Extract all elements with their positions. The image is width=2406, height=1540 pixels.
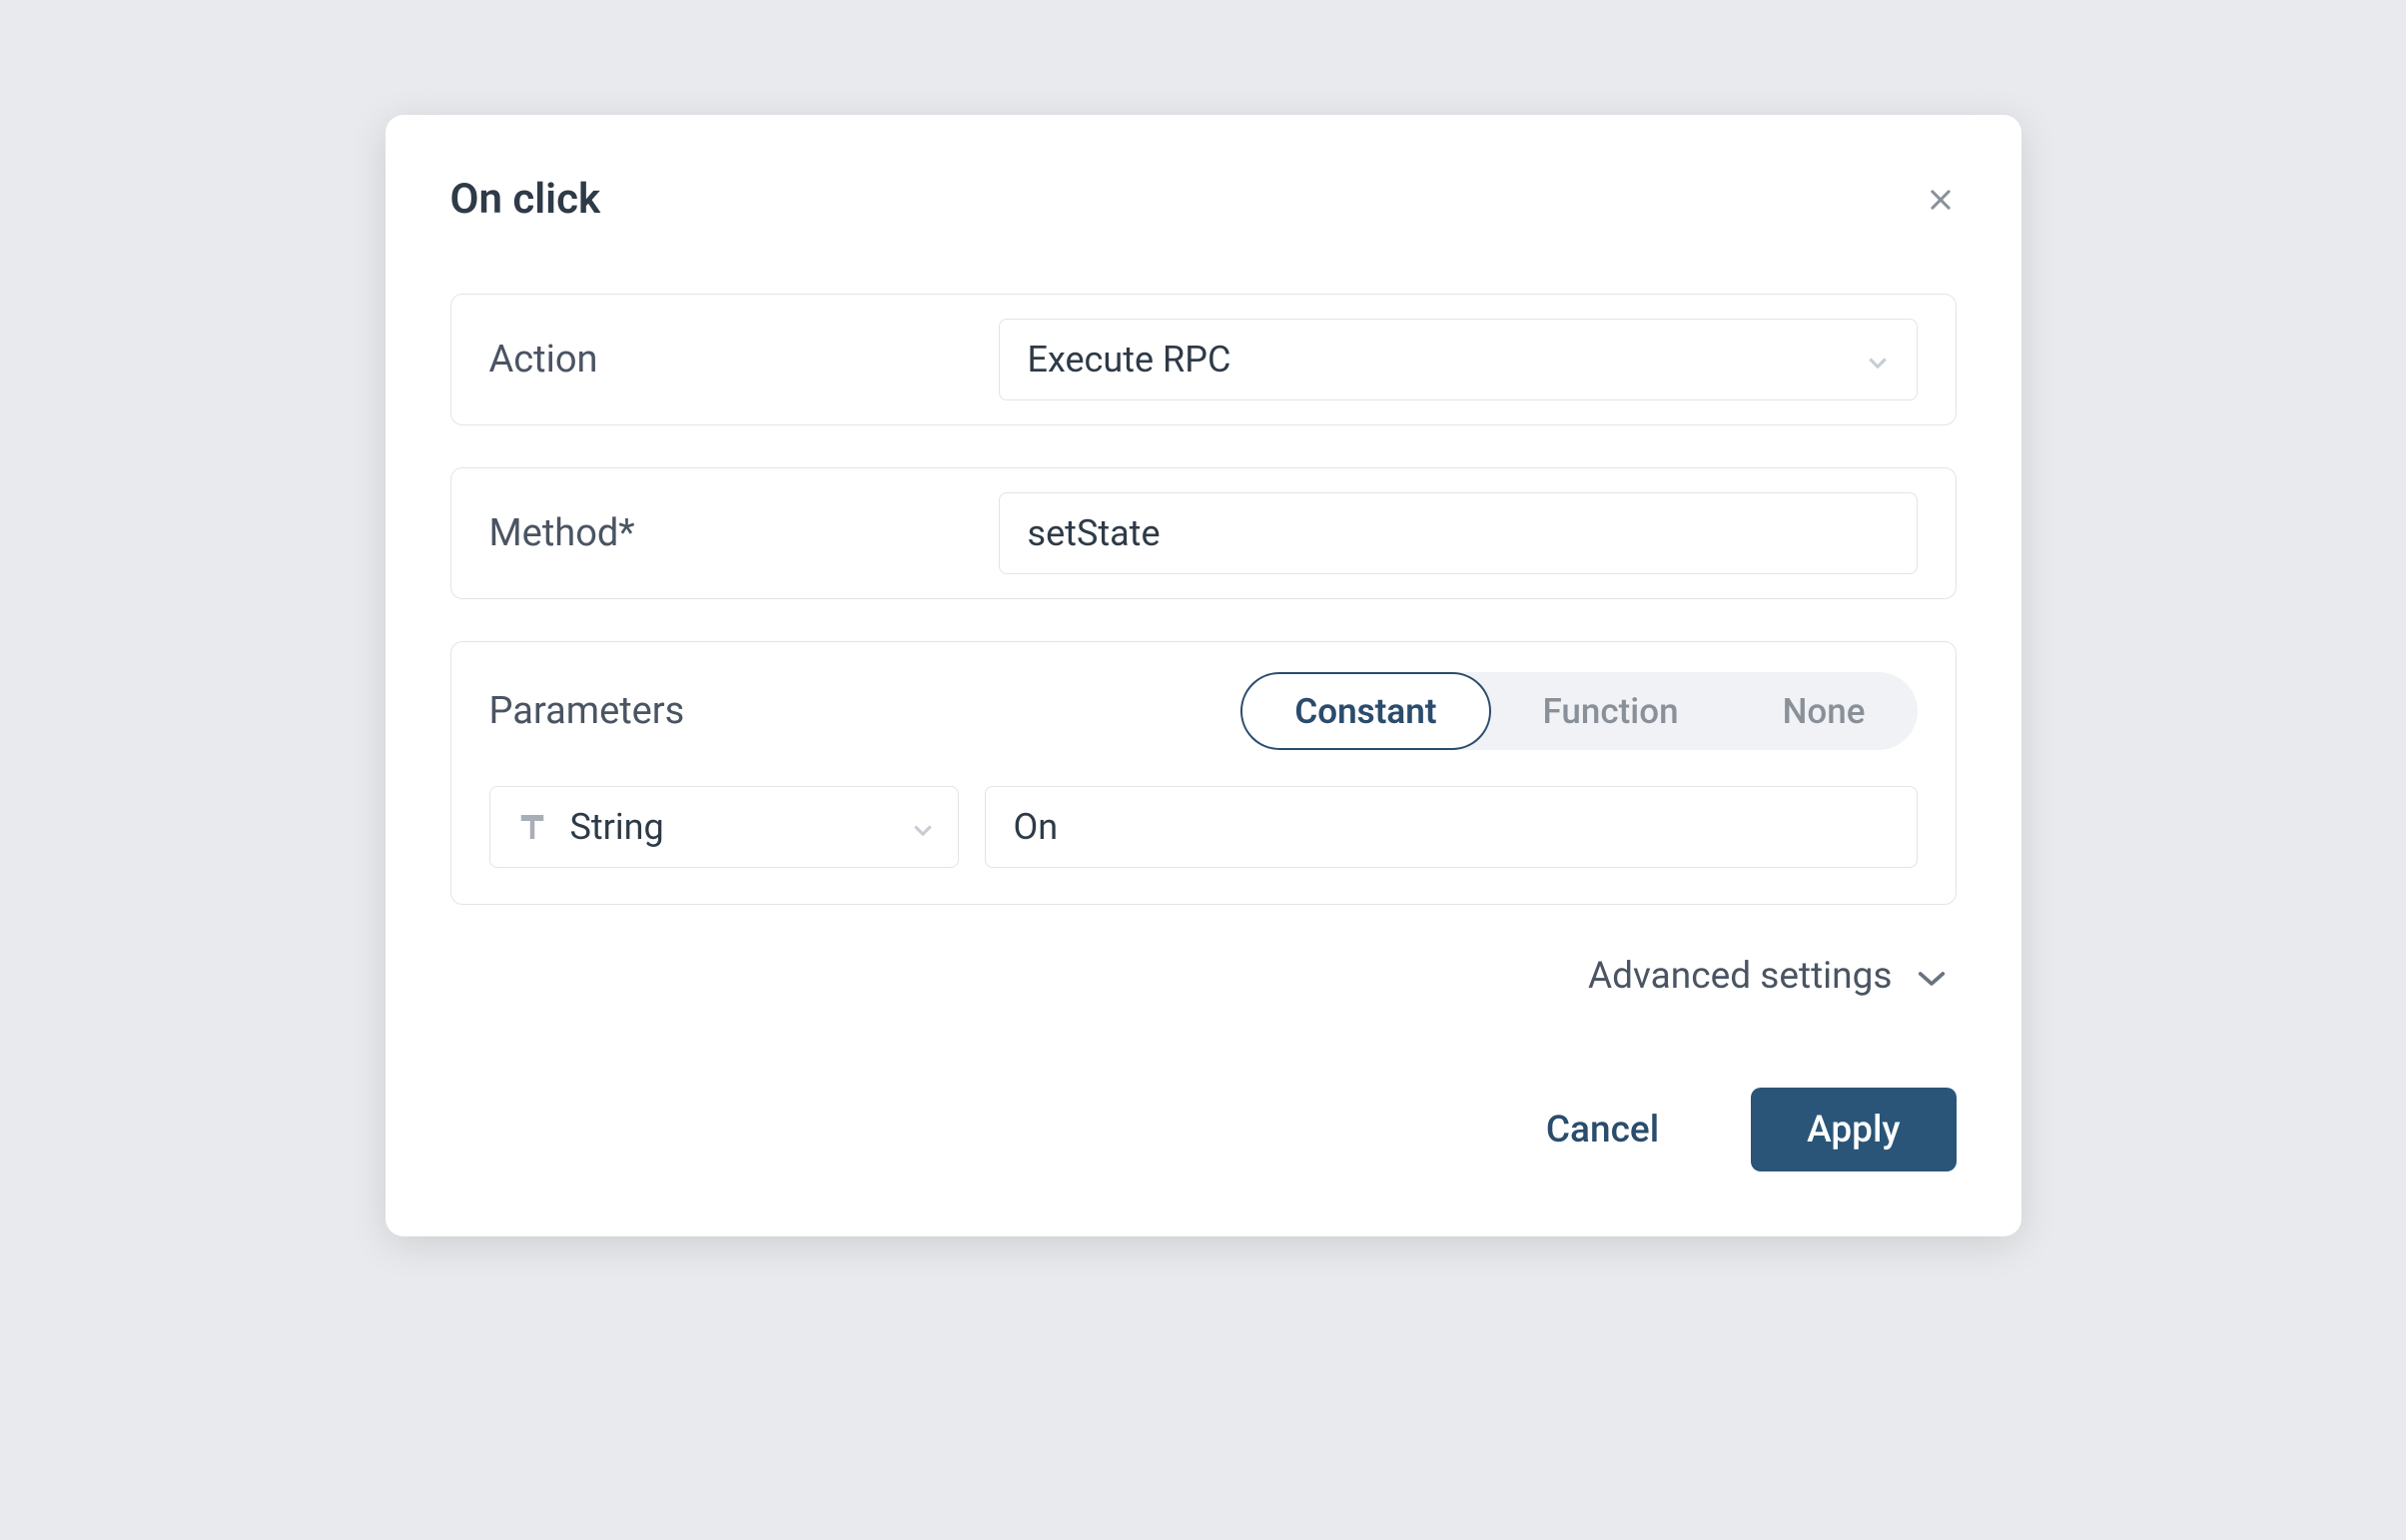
dialog-footer: Cancel Apply (450, 1088, 1957, 1171)
parameters-mode-tabs: Constant Function None (1240, 672, 1917, 750)
parameter-type-value: String (570, 806, 912, 848)
action-label: Action (489, 338, 999, 382)
apply-button[interactable]: Apply (1751, 1088, 1956, 1171)
caret-down-icon (1867, 339, 1889, 381)
dialog-title: On click (450, 175, 601, 224)
text-type-icon (514, 809, 550, 845)
method-field-group: Method* (450, 467, 1957, 599)
advanced-settings-label: Advanced settings (1588, 955, 1892, 998)
advanced-settings-toggle[interactable]: Advanced settings (1588, 955, 1946, 998)
parameter-type-select[interactable]: String (489, 786, 959, 868)
method-label: Method* (489, 511, 999, 555)
tab-constant[interactable]: Constant (1240, 672, 1490, 750)
parameter-value-input[interactable] (985, 786, 1918, 868)
cancel-button[interactable]: Cancel (1514, 1091, 1691, 1169)
method-input[interactable] (999, 492, 1918, 574)
advanced-settings-row: Advanced settings (450, 955, 1957, 998)
parameters-row: String (489, 786, 1918, 868)
close-icon[interactable] (1925, 184, 1957, 216)
tab-function[interactable]: Function (1491, 672, 1731, 750)
parameters-group: Parameters Constant Function None String (450, 641, 1957, 905)
parameters-label: Parameters (489, 689, 685, 733)
action-select[interactable]: Execute RPC (999, 319, 1918, 400)
dialog-header: On click (450, 175, 1957, 224)
on-click-dialog: On click Action Execute RPC Method* (386, 115, 2021, 1236)
tab-none[interactable]: None (1731, 672, 1918, 750)
caret-down-icon (912, 806, 934, 848)
chevron-down-icon (1917, 955, 1947, 998)
action-field-group: Action Execute RPC (450, 294, 1957, 425)
action-select-value: Execute RPC (1028, 339, 1231, 381)
parameters-header: Parameters Constant Function None (489, 672, 1918, 750)
